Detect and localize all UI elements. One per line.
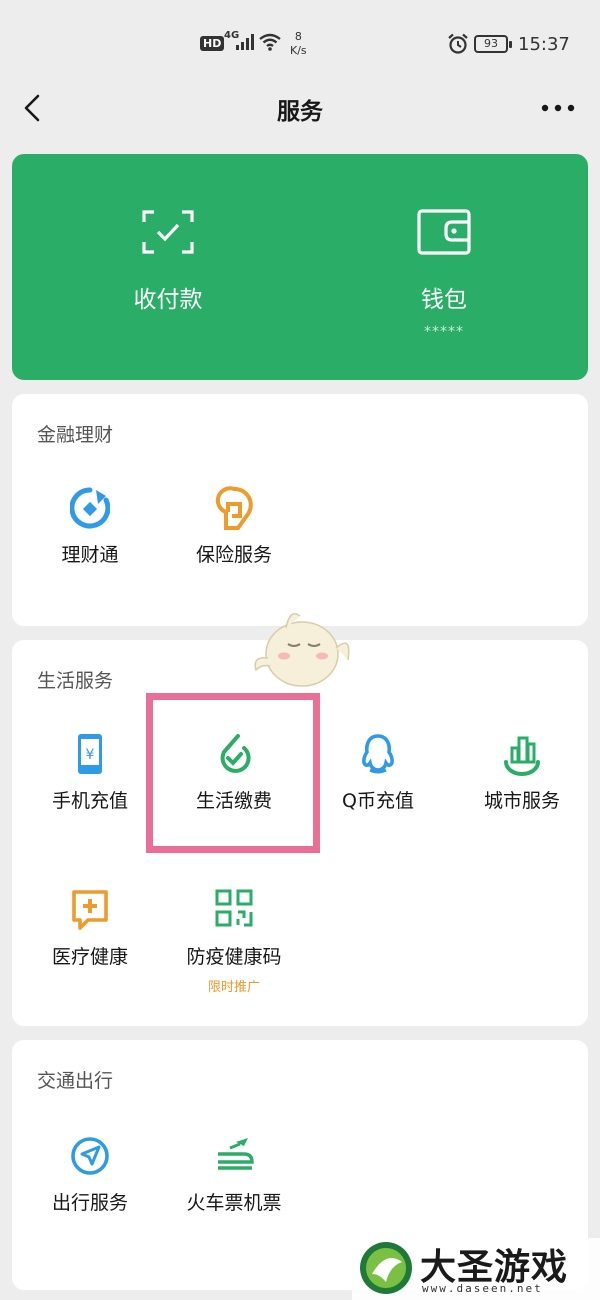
service-item-medical[interactable]: 医疗健康 xyxy=(18,888,162,1018)
service-item-qq-coin[interactable]: Q币充值 xyxy=(306,732,450,862)
service-label: 理财通 xyxy=(61,544,119,566)
service-label: 保险服务 xyxy=(195,544,272,566)
service-label: 医疗健康 xyxy=(51,946,128,968)
section-title: 交通出行 xyxy=(37,1070,114,1092)
phone-recharge-icon: ¥ xyxy=(78,734,102,774)
service-item-wealth[interactable]: 理财通 xyxy=(18,486,162,616)
navigation-icon xyxy=(71,1137,109,1175)
city-service-icon xyxy=(504,736,540,776)
wallet-card: 收付款 钱包 ***** xyxy=(12,154,588,380)
battery-indicator: 93 xyxy=(474,35,512,53)
pay-receive-button[interactable]: 收付款 xyxy=(24,154,312,380)
service-item-city-service[interactable]: 城市服务 xyxy=(450,732,594,862)
highlight-annotation xyxy=(146,693,320,853)
network-speed: 8 K/s xyxy=(290,30,307,58)
service-label: 火车票机票 xyxy=(186,1192,282,1214)
pay-receive-label: 收付款 xyxy=(133,287,203,313)
watermark-url: www.daseen.net xyxy=(422,1282,543,1295)
wealth-icon xyxy=(70,487,110,529)
section-title: 金融理财 xyxy=(37,424,114,446)
service-item-travel[interactable]: 出行服务 xyxy=(18,1134,162,1264)
wallet-balance-masked: ***** xyxy=(424,324,464,340)
page-title: 服务 xyxy=(277,99,323,125)
nav-bar: 服务 xyxy=(0,80,600,136)
qq-coin-icon xyxy=(362,734,394,774)
promo-badge: 限时推广 xyxy=(207,980,260,995)
clock: 15:37 xyxy=(518,34,570,55)
medical-icon xyxy=(72,890,108,930)
service-label: 出行服务 xyxy=(51,1192,128,1214)
speed-unit: K/s xyxy=(290,44,307,57)
wallet-button[interactable]: 钱包 ***** xyxy=(300,154,588,380)
site-logo-icon xyxy=(360,1242,412,1294)
service-item-train-ticket[interactable]: 火车票机票 xyxy=(162,1134,306,1264)
section-title: 生活服务 xyxy=(37,670,114,692)
signal-icon xyxy=(236,34,254,50)
status-bar: HD 4G 8 K/s 93 15:37 xyxy=(0,0,600,80)
more-icon[interactable] xyxy=(540,102,576,114)
mascot-sticker xyxy=(254,613,350,687)
speed-value: 8 xyxy=(294,30,302,43)
service-label: Q币充值 xyxy=(342,790,414,812)
alarm-icon xyxy=(448,33,468,54)
finance-section: 金融理财 理财通 保险服务 xyxy=(12,394,588,626)
health-code-icon xyxy=(215,889,253,927)
service-item-insurance[interactable]: 保险服务 xyxy=(162,486,306,616)
svg-text:¥: ¥ xyxy=(86,747,95,763)
service-label: 防疫健康码 xyxy=(186,946,282,968)
scan-pay-icon xyxy=(142,210,194,254)
wifi-icon xyxy=(259,33,281,51)
insurance-icon xyxy=(215,486,253,530)
train-ticket-icon xyxy=(218,1138,254,1170)
wallet-icon xyxy=(417,209,471,255)
service-item-health-code[interactable]: 防疫健康码 限时推广 xyxy=(162,888,306,1018)
wallet-label: 钱包 xyxy=(421,287,467,313)
hd-indicator: HD xyxy=(200,36,225,51)
watermark: 大圣游戏网 www.daseen.net xyxy=(352,1238,600,1300)
service-label: 城市服务 xyxy=(483,790,560,812)
service-item-phone-recharge[interactable]: ¥ 手机充值 xyxy=(18,732,162,862)
service-label: 手机充值 xyxy=(51,790,128,812)
